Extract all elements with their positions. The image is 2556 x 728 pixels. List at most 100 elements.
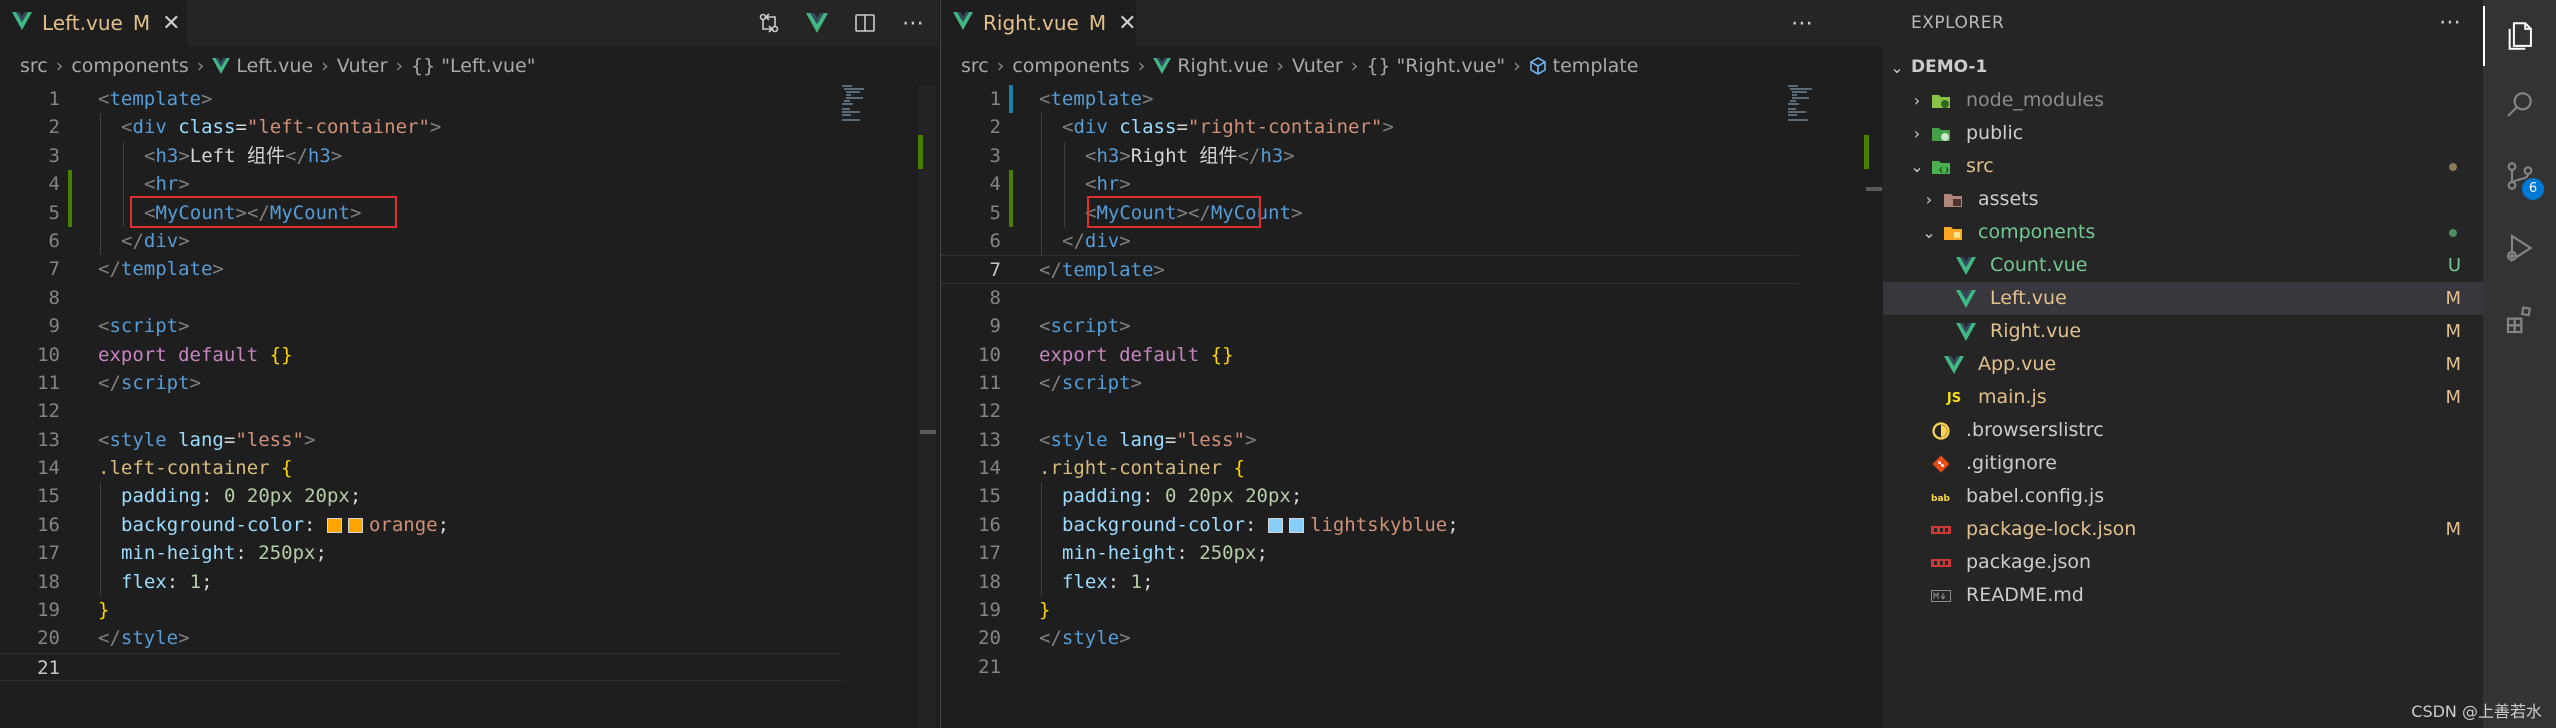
line-number: 19: [37, 599, 60, 622]
tab-close-icon[interactable]: ✕: [162, 11, 180, 36]
code-line: 3 <h3>Left 组件</h3>: [0, 141, 938, 171]
code-line: 19}: [0, 596, 938, 624]
editor-actions: ⋯: [1791, 0, 1813, 46]
tree-item-components[interactable]: ⌄ components: [1883, 216, 2483, 249]
breadcrumb-components[interactable]: components: [71, 55, 188, 77]
tree-item-left-vue[interactable]: Left.vue M: [1883, 282, 2483, 315]
tree-item-count-vue[interactable]: Count.vue U: [1883, 249, 2483, 282]
editor-group-right[interactable]: Right.vue M ✕ ⋯ src › components › Right…: [940, 0, 1883, 728]
code-line: 9 <script>: [0, 312, 938, 340]
code-line: 11 </script>: [941, 369, 1883, 397]
code-line: 9 <script>: [941, 312, 1883, 340]
line-number: 14: [978, 457, 1001, 480]
line-number: 16: [37, 513, 60, 536]
vertical-scrollbar[interactable]: [918, 85, 936, 728]
code-line: 20 </style>: [941, 624, 1883, 652]
code-line: 18 flex: 1;: [941, 567, 1883, 597]
breadcrumb-section[interactable]: template: [1553, 55, 1639, 77]
tree-item-src[interactable]: ⌄ src: [1883, 150, 2483, 183]
tree-item-package-json[interactable]: package.json: [1883, 546, 2483, 579]
more-actions-icon[interactable]: ⋯: [2439, 10, 2461, 35]
color-swatch-icon[interactable]: [1267, 517, 1283, 533]
search-icon[interactable]: [2483, 74, 2556, 134]
javascript-file-icon: JS: [1946, 390, 1962, 406]
minimap[interactable]: [842, 85, 912, 135]
tree-item-public[interactable]: › public: [1883, 117, 2483, 150]
breadcrumb-src[interactable]: src: [20, 55, 48, 77]
line-number: 9: [48, 315, 60, 338]
line-number: 4: [989, 173, 1001, 196]
code-area[interactable]: 1 <template> 2 <div class="right-container…: [941, 85, 1883, 681]
tab-filename: Left.vue: [42, 11, 123, 35]
code-line-current: 7 </template>: [941, 255, 1798, 284]
code-line: 14 .right-container {: [941, 454, 1883, 482]
minimap[interactable]: [1788, 85, 1858, 135]
color-swatch-icon[interactable]: [326, 517, 342, 533]
breadcrumb-src[interactable]: src: [961, 55, 989, 77]
open-changes-icon[interactable]: [758, 12, 780, 34]
code-area[interactable]: 1 <template> 2 <div class="left-container"…: [0, 85, 938, 682]
explorer-icon[interactable]: [2483, 6, 2556, 66]
tree-item-node-modules[interactable]: › node_modules: [1883, 84, 2483, 117]
tab-close-icon[interactable]: ✕: [1118, 11, 1136, 36]
code-line: 8: [941, 284, 1883, 312]
vue-file-icon: [1944, 355, 1964, 375]
explorer-header: EXPLORER: [1883, 0, 2483, 46]
code-line: 18 flex: 1;: [0, 567, 938, 597]
tree-item-assets[interactable]: › assets: [1883, 183, 2483, 216]
vue-file-icon: [1956, 256, 1976, 276]
breadcrumb-file[interactable]: Left.vue: [236, 55, 313, 77]
tree-item-babel-config[interactable]: bab babel.config.js: [1883, 480, 2483, 513]
chevron-right-icon: ›: [55, 55, 64, 77]
more-actions-icon[interactable]: ⋯: [1791, 11, 1813, 36]
code-line: 4 <hr>: [941, 170, 1883, 199]
breadcrumb-vuter[interactable]: Vuter: [337, 55, 388, 77]
code-line: 1 <template>: [941, 85, 1883, 114]
tree-item-right-vue[interactable]: Right.vue M: [1883, 315, 2483, 348]
line-number: 2: [989, 116, 1001, 139]
tab-right-vue[interactable]: Right.vue M ✕: [941, 0, 1137, 46]
tree-item-package-lock[interactable]: package-lock.json M: [1883, 513, 2483, 546]
breadcrumb-symbol[interactable]: "Left.vue": [441, 55, 535, 77]
line-number: 4: [48, 173, 60, 196]
code-line: 14 .left-container {: [0, 454, 938, 482]
more-actions-icon[interactable]: ⋯: [902, 11, 924, 36]
tab-left-vue[interactable]: Left.vue M ✕: [0, 0, 188, 46]
editor-group-left[interactable]: Left.vue M ✕ ⋯ src › components › Left.v…: [0, 0, 938, 728]
breadcrumb-file[interactable]: Right.vue: [1177, 55, 1268, 77]
breadcrumb-symbol[interactable]: "Right.vue": [1397, 55, 1506, 77]
code-line: 19}: [941, 596, 1883, 624]
chevron-right-icon: ›: [1513, 55, 1521, 77]
activity-bar: 6: [2483, 0, 2556, 728]
project-root[interactable]: ⌄ DEMO-1: [1883, 51, 2483, 84]
highlight-box: [130, 196, 397, 228]
code-line: 21: [941, 653, 1883, 681]
folder-src-icon: [1931, 157, 1951, 177]
source-control-icon[interactable]: 6: [2483, 146, 2556, 206]
breadcrumb-components[interactable]: components: [1012, 55, 1129, 77]
vue-devtools-icon[interactable]: [806, 12, 828, 34]
breadcrumb: src › components › Right.vue › Vuter › {…: [941, 46, 1883, 86]
vue-file-icon: [953, 11, 973, 35]
line-number: 10: [978, 343, 1001, 366]
breadcrumb-vuter[interactable]: Vuter: [1292, 55, 1343, 77]
folder-node-icon: [1931, 91, 1951, 111]
tree-item-browserslistrc[interactable]: .browserslistrc: [1883, 414, 2483, 447]
tree-item-readme[interactable]: README.md: [1883, 579, 2483, 612]
line-number: 18: [978, 570, 1001, 593]
split-editor-icon[interactable]: [854, 12, 876, 34]
color-swatch-icon[interactable]: [347, 517, 363, 533]
tree-item-main-js[interactable]: JS main.js M: [1883, 381, 2483, 414]
scm-count-badge: 6: [2522, 178, 2544, 200]
color-swatch-icon[interactable]: [1288, 517, 1304, 533]
chevron-right-icon: ›: [1913, 124, 1921, 143]
extensions-icon[interactable]: [2483, 290, 2556, 350]
chevron-right-icon: ›: [1350, 55, 1359, 77]
line-number: 3: [48, 144, 60, 167]
run-debug-icon[interactable]: [2483, 218, 2556, 278]
tree-item-app-vue[interactable]: App.vue M: [1883, 348, 2483, 381]
code-line: 13 <style lang="less">: [941, 426, 1883, 454]
vertical-scrollbar[interactable]: [1864, 85, 1882, 205]
file-tree[interactable]: ⌄ DEMO-1 › node_modules › public ⌄ src ›…: [1883, 51, 2483, 612]
tree-item-gitignore[interactable]: .gitignore: [1883, 447, 2483, 480]
